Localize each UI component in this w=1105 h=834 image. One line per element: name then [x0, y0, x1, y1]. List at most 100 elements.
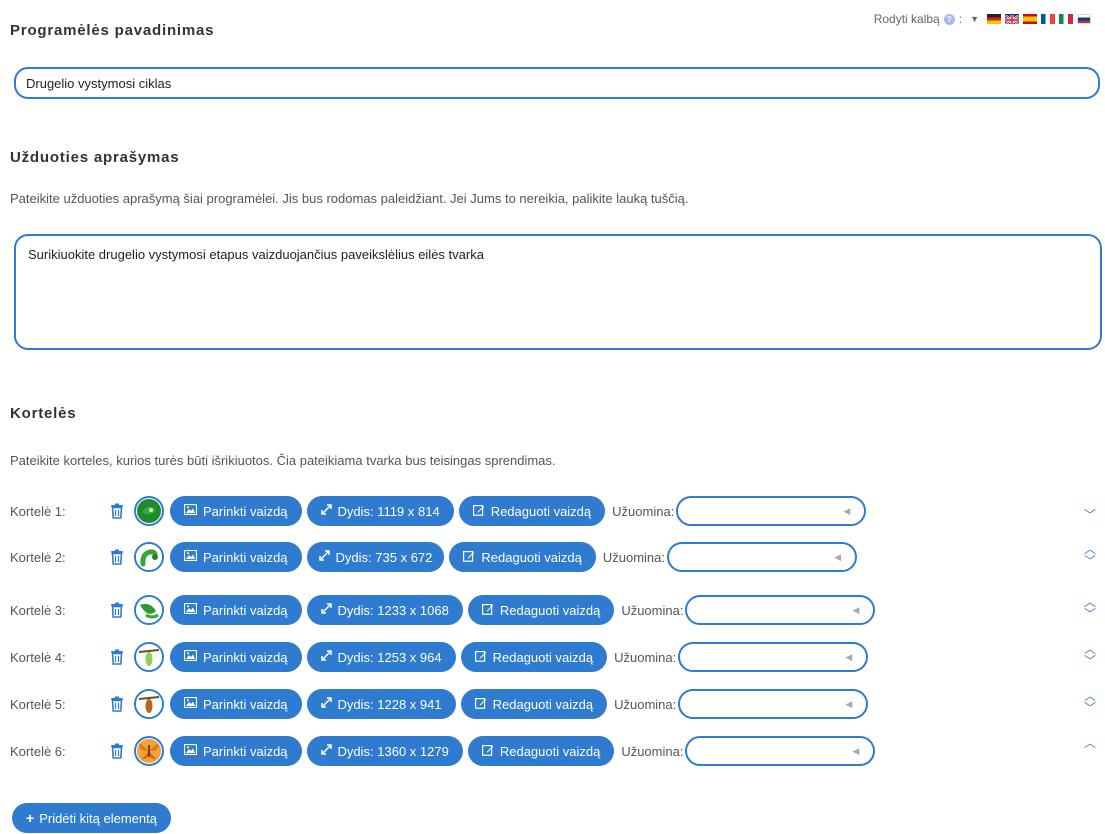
choose-image-button[interactable]: Parinkti vaizdą — [170, 595, 302, 625]
card-thumbnail-caterpillar-icon[interactable] — [134, 542, 164, 572]
image-size-button[interactable]: Dydis: 735 x 672 — [306, 542, 445, 572]
reorder-arrows: ︿ ﹀ — [1083, 596, 1097, 621]
card-row: Kortelė 4: Parinkti vaizdą Dydis: 1253 x 9… — [10, 640, 869, 674]
hint-input[interactable]: ◀ — [676, 496, 867, 526]
hint-label: Užuomina: — [614, 696, 677, 712]
flag-ru-icon[interactable] — [1077, 14, 1091, 24]
hint-label: Užuomina: — [621, 602, 684, 618]
choose-image-label: Parinkti vaizdą — [203, 649, 288, 665]
choose-image-label: Parinkti vaizdą — [203, 602, 288, 618]
edit-icon — [474, 697, 487, 712]
image-size-label: Dydis: 1253 x 964 — [337, 649, 442, 665]
flag-de-icon[interactable] — [987, 14, 1001, 24]
image-icon — [183, 549, 198, 564]
card-label: Kortelė 6: — [10, 743, 66, 759]
trash-icon[interactable] — [108, 601, 126, 619]
card-thumbnail-chrysalis-green-icon[interactable] — [134, 642, 164, 672]
choose-image-button[interactable]: Parinkti vaizdą — [170, 642, 302, 672]
edit-image-button[interactable]: Redaguoti vaizdą — [460, 689, 608, 719]
edit-icon — [474, 650, 487, 665]
choose-image-label: Parinkti vaizdą — [203, 549, 288, 565]
triangle-left-icon[interactable]: ◀ — [845, 652, 852, 663]
hint-input[interactable]: ◀ — [678, 642, 869, 672]
hint-input[interactable]: ◀ — [685, 595, 876, 625]
choose-image-button[interactable]: Parinkti vaizdą — [170, 542, 302, 572]
trash-icon[interactable] — [108, 548, 126, 566]
triangle-left-icon[interactable]: ◀ — [853, 746, 860, 757]
triangle-left-icon[interactable]: ◀ — [834, 552, 841, 563]
chevron-down-icon[interactable]: ﹀ — [1084, 608, 1096, 621]
resize-icon — [318, 550, 330, 564]
reorder-arrows: ︿ ﹀ — [1083, 543, 1097, 568]
help-icon[interactable]: ? — [943, 13, 955, 25]
task-description-textarea[interactable]: Surikiuokite drugelio vystymosi etapus v… — [14, 234, 1102, 350]
flag-es-icon[interactable] — [1023, 14, 1037, 24]
resize-icon — [320, 650, 332, 664]
card-thumbnail-butterfly-icon[interactable] — [134, 736, 164, 766]
edit-image-button[interactable]: Redaguoti vaizdą — [467, 595, 615, 625]
card-label: Kortelė 1: — [10, 503, 66, 519]
card-row: Kortelė 2: Parinkti vaizdą Dydis: 735 x 67… — [10, 540, 857, 574]
chevron-up-icon[interactable]: ︿ — [1084, 737, 1096, 750]
card-thumbnail-caterpillar-leaf-icon[interactable] — [134, 595, 164, 625]
app-title-input[interactable]: Drugelio vystymosi ciklas — [14, 67, 1100, 99]
edit-image-button[interactable]: Redaguoti vaizdą — [449, 542, 596, 572]
flag-fr-icon[interactable] — [1041, 14, 1055, 24]
trash-icon[interactable] — [108, 742, 126, 760]
image-size-button[interactable]: Dydis: 1360 x 1279 — [306, 736, 463, 766]
chevron-down-icon[interactable]: ﹀ — [1084, 702, 1096, 715]
image-size-button[interactable]: Dydis: 1233 x 1068 — [306, 595, 463, 625]
image-icon — [183, 649, 198, 664]
image-size-label: Dydis: 1233 x 1068 — [337, 602, 449, 618]
card-thumbnail-leaf-egg-icon[interactable] — [134, 496, 164, 526]
edit-image-button[interactable]: Redaguoti vaizdą — [460, 642, 608, 672]
trash-icon[interactable] — [108, 648, 126, 666]
image-icon — [183, 743, 198, 758]
edit-icon — [481, 744, 494, 759]
reorder-arrows: ︿ ﹀ — [1083, 690, 1097, 715]
image-size-button[interactable]: Dydis: 1228 x 941 — [306, 689, 456, 719]
triangle-left-icon[interactable]: ◀ — [845, 699, 852, 710]
edit-image-label: Redaguoti vaizdą — [499, 602, 601, 618]
hint-input[interactable]: ◀ — [685, 736, 876, 766]
card-thumbnail-chrysalis-brown-icon[interactable] — [134, 689, 164, 719]
edit-icon — [463, 550, 475, 565]
edit-image-label: Redaguoti vaizdą — [492, 649, 594, 665]
image-size-button[interactable]: Dydis: 1253 x 964 — [306, 642, 456, 672]
dropdown-caret-icon[interactable]: ▼ — [970, 14, 979, 24]
chevron-down-icon[interactable]: ﹀ — [1084, 509, 1096, 522]
chevron-down-icon[interactable]: ﹀ — [1084, 555, 1096, 568]
image-size-label: Dydis: 735 x 672 — [335, 549, 433, 565]
trash-icon[interactable] — [108, 502, 126, 520]
flag-gb-icon[interactable] — [1005, 14, 1019, 24]
image-size-label: Dydis: 1119 x 814 — [337, 503, 440, 519]
choose-image-button[interactable]: Parinkti vaizdą — [170, 496, 302, 526]
resize-icon — [320, 744, 332, 758]
choose-image-button[interactable]: Parinkti vaizdą — [170, 689, 302, 719]
app-title-heading: Programėlės pavadinimas — [10, 22, 215, 39]
add-element-label: Pridėti kitą elementą — [39, 810, 157, 826]
choose-image-label: Parinkti vaizdą — [203, 696, 288, 712]
add-element-button[interactable]: + Pridėti kitą elementą — [12, 803, 171, 833]
chevron-down-icon[interactable]: ﹀ — [1084, 655, 1096, 668]
language-selector[interactable]: Rodyti kalbą ? : ▼ — [874, 12, 1091, 26]
choose-image-label: Parinkti vaizdą — [203, 503, 288, 519]
edit-image-button[interactable]: Redaguoti vaizdą — [467, 736, 615, 766]
image-size-button[interactable]: Dydis: 1119 x 814 — [306, 496, 454, 526]
trash-icon[interactable] — [108, 695, 126, 713]
edit-image-label: Redaguoti vaizdą — [499, 743, 601, 759]
choose-image-label: Parinkti vaizdą — [203, 743, 288, 759]
hint-label: Užuomina: — [621, 743, 684, 759]
triangle-left-icon[interactable]: ◀ — [853, 605, 860, 616]
edit-image-label: Redaguoti vaizdą — [492, 696, 594, 712]
language-separator: : — [958, 12, 963, 26]
flag-it-icon[interactable] — [1059, 14, 1073, 24]
hint-input[interactable]: ◀ — [678, 689, 869, 719]
image-icon — [183, 602, 198, 617]
edit-image-button[interactable]: Redaguoti vaizdą — [458, 496, 606, 526]
hint-input[interactable]: ◀ — [667, 542, 857, 572]
image-size-label: Dydis: 1228 x 941 — [337, 696, 442, 712]
choose-image-button[interactable]: Parinkti vaizdą — [170, 736, 302, 766]
reorder-arrows: ﹀ — [1083, 509, 1097, 522]
triangle-left-icon[interactable]: ◀ — [843, 506, 850, 517]
